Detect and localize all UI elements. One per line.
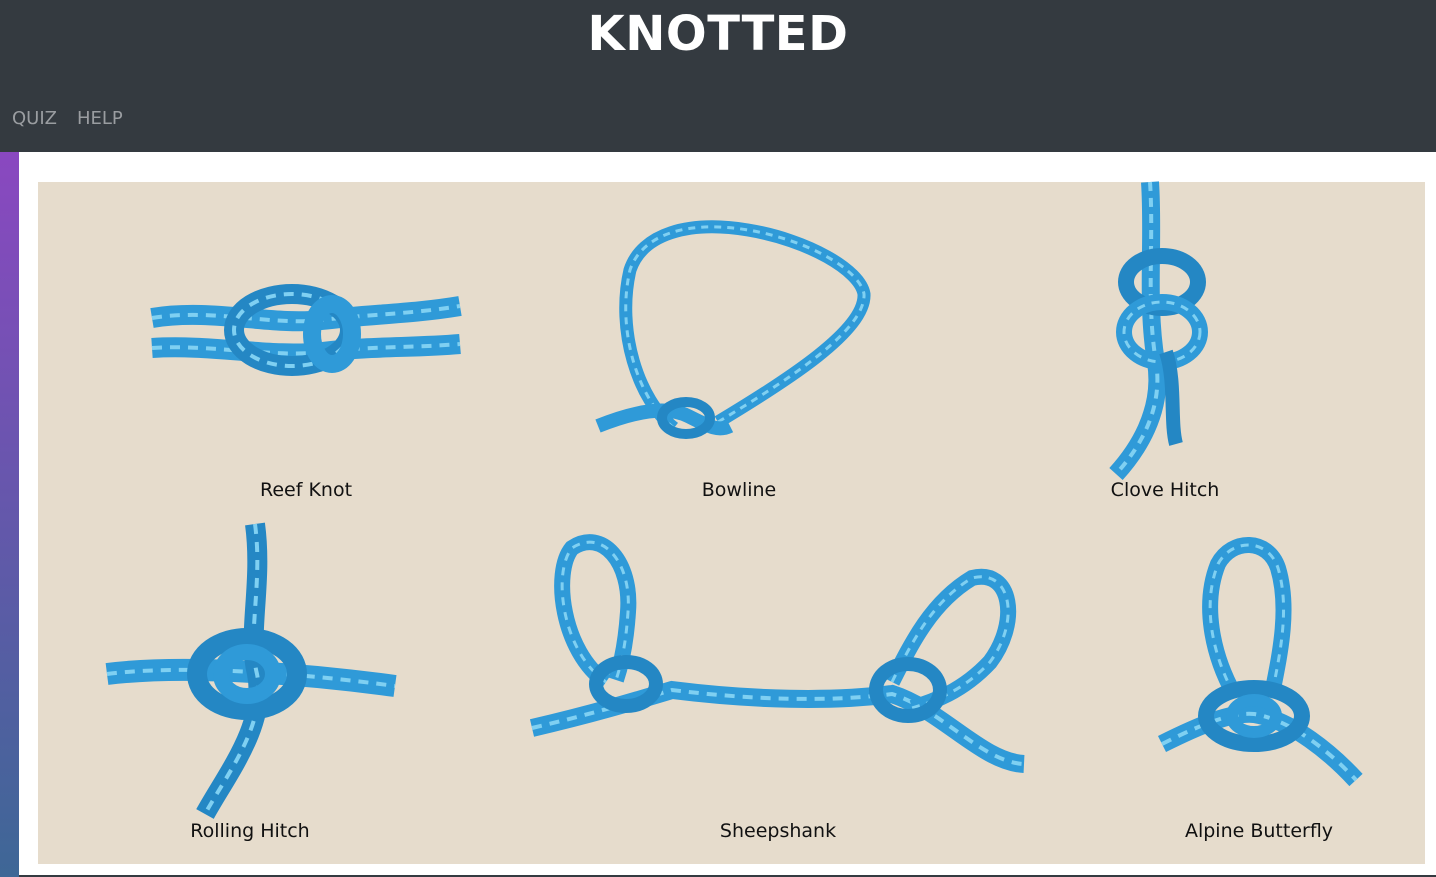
knot-label: Rolling Hitch xyxy=(190,820,310,842)
main-nav: QUIZ HELP xyxy=(12,106,123,132)
knot-label: Bowline xyxy=(701,479,777,501)
knot-label: Reef Knot xyxy=(259,479,353,501)
knot-label: Alpine Butterfly xyxy=(1184,820,1334,842)
site-title: KNOTTED xyxy=(587,6,849,62)
knot-label: Clove Hitch xyxy=(1110,479,1220,501)
knot-label: Sheepshank xyxy=(719,820,837,842)
sheepshank-rope-image xyxy=(529,534,1026,773)
rolling-hitch-rope-image xyxy=(105,522,397,819)
clove-hitch-rope-image xyxy=(1109,181,1208,481)
sidebar-accent-strip xyxy=(0,152,19,877)
nav-quiz-link[interactable]: QUIZ xyxy=(12,106,57,132)
alpine-butterfly-rope-image xyxy=(1157,537,1363,787)
bowline-rope-image xyxy=(595,220,871,439)
nav-help-link[interactable]: HELP xyxy=(77,106,123,132)
knot-gallery: Reef Knot Bowline Clove Hitch Rolling Hi… xyxy=(38,181,1425,864)
reef-knot-rope-image xyxy=(150,284,462,376)
header-bar: KNOTTED QUIZ HELP xyxy=(0,0,1436,152)
